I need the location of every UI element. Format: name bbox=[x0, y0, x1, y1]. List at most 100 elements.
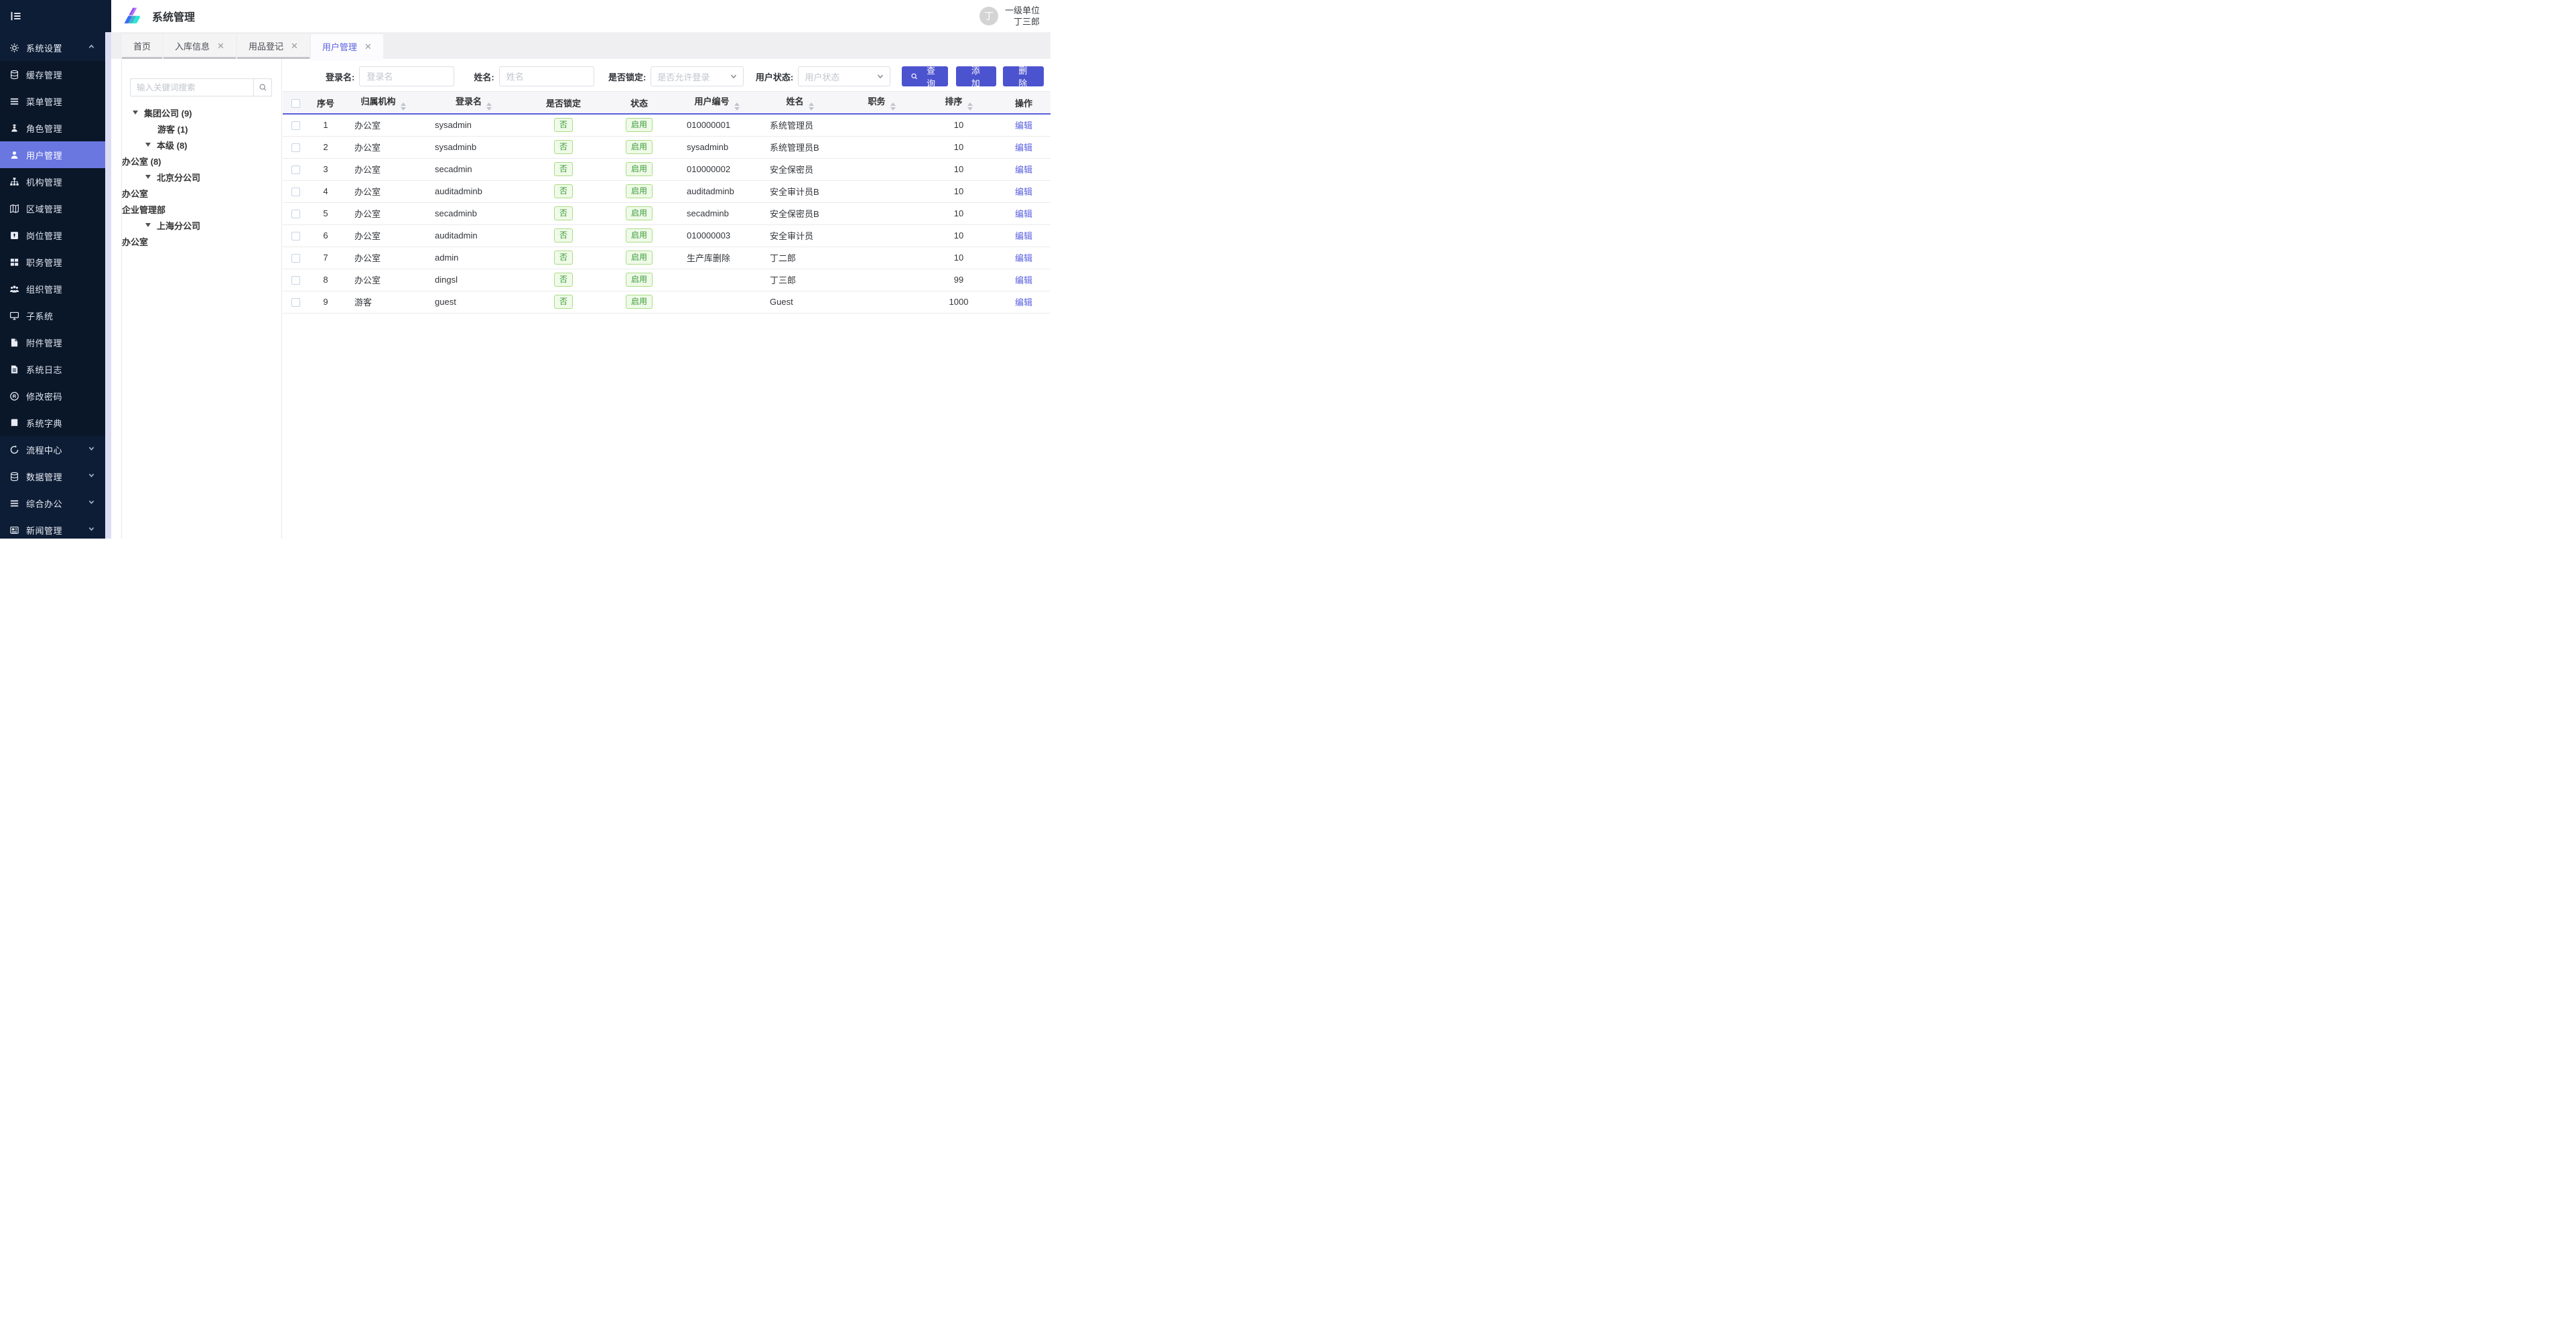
edit-link[interactable]: 编辑 bbox=[1015, 297, 1032, 307]
locked-filter-label: 是否锁定: bbox=[608, 70, 646, 83]
sidebar-scrollbar[interactable] bbox=[105, 32, 111, 539]
close-icon[interactable]: ✕ bbox=[291, 42, 298, 50]
cell-locked: 否 bbox=[524, 224, 603, 247]
tree-node-办公室 (8)[interactable]: 办公室 (8) bbox=[122, 153, 281, 169]
sidebar-item-用户管理[interactable]: 用户管理 bbox=[0, 141, 105, 168]
cell-org: 游客 bbox=[343, 291, 423, 313]
tab-首页[interactable]: 首页 bbox=[122, 34, 162, 59]
tab-用品登记[interactable]: 用品登记✕ bbox=[237, 34, 310, 59]
table-row: 6办公室auditadmin否启用010000003安全审计员10编辑 bbox=[283, 224, 1050, 247]
search-button[interactable]: 查询 bbox=[902, 66, 948, 86]
row-checkbox[interactable] bbox=[291, 188, 300, 196]
tree-node-label: 北京分公司 bbox=[157, 171, 200, 184]
tree-node-办公室[interactable]: 办公室 bbox=[122, 185, 281, 201]
row-checkbox[interactable] bbox=[291, 121, 300, 130]
tree-node-上海分公司[interactable]: 上海分公司 bbox=[122, 217, 281, 233]
tree-node-办公室[interactable]: 办公室 bbox=[122, 233, 281, 249]
sidebar-item-label: 职务管理 bbox=[26, 256, 62, 269]
database-icon bbox=[9, 471, 19, 482]
sidebar-item-职务管理[interactable]: 职务管理 bbox=[0, 249, 105, 275]
sort-icon[interactable] bbox=[734, 102, 740, 111]
caret-down-icon[interactable] bbox=[145, 143, 151, 147]
close-icon[interactable]: ✕ bbox=[217, 42, 224, 50]
add-button[interactable]: 添 加 bbox=[956, 66, 997, 86]
sidebar-item-系统字典[interactable]: 系统字典 bbox=[0, 409, 105, 436]
locked-filter-select[interactable]: 是否允许登录 bbox=[651, 66, 743, 86]
chevron-up-icon bbox=[88, 44, 94, 50]
column-header-职务[interactable]: 职务 bbox=[841, 92, 922, 114]
row-checkbox[interactable] bbox=[291, 276, 300, 285]
sidebar-item-角色管理[interactable]: 角色管理 bbox=[0, 115, 105, 141]
edit-link[interactable]: 编辑 bbox=[1015, 121, 1032, 131]
select-all-header bbox=[283, 92, 308, 114]
name-filter-input[interactable] bbox=[499, 66, 594, 86]
chevron-down-icon bbox=[730, 73, 737, 80]
close-icon[interactable]: ✕ bbox=[364, 42, 372, 51]
column-header-用户编号[interactable]: 用户编号 bbox=[675, 92, 758, 114]
row-checkbox[interactable] bbox=[291, 210, 300, 218]
tab-入库信息[interactable]: 入库信息✕ bbox=[163, 34, 236, 59]
edit-link[interactable]: 编辑 bbox=[1015, 275, 1032, 285]
sidebar-item-附件管理[interactable]: 附件管理 bbox=[0, 329, 105, 356]
sort-icon[interactable] bbox=[890, 102, 896, 111]
sidebar-item-label: 区域管理 bbox=[26, 202, 62, 215]
login-filter-input[interactable] bbox=[359, 66, 454, 86]
status-filter-select[interactable]: 用户状态 bbox=[798, 66, 890, 86]
app-logo bbox=[122, 6, 143, 27]
column-header-归属机构[interactable]: 归属机构 bbox=[343, 92, 423, 114]
tree-node-游客 (1)[interactable]: 游客 (1) bbox=[122, 121, 281, 137]
sidebar-item-岗位管理[interactable]: 岗位管理 bbox=[0, 222, 105, 249]
status-badge: 启用 bbox=[626, 295, 653, 309]
column-header-姓名[interactable]: 姓名 bbox=[758, 92, 841, 114]
select-all-checkbox[interactable] bbox=[291, 99, 300, 108]
sort-icon[interactable] bbox=[401, 102, 406, 111]
column-header-序号: 序号 bbox=[308, 92, 343, 114]
column-header-登录名[interactable]: 登录名 bbox=[423, 92, 524, 114]
column-header-排序[interactable]: 排序 bbox=[922, 92, 996, 114]
sidebar-item-系统设置[interactable]: 系统设置 bbox=[0, 34, 105, 61]
sidebar-item-综合办公[interactable]: 综合办公 bbox=[0, 490, 105, 516]
sidebar-item-缓存管理[interactable]: 缓存管理 bbox=[0, 61, 105, 88]
sidebar-item-区域管理[interactable]: 区域管理 bbox=[0, 195, 105, 222]
edit-link[interactable]: 编辑 bbox=[1015, 231, 1032, 241]
edit-link[interactable]: 编辑 bbox=[1015, 143, 1032, 153]
chevron-down-icon bbox=[88, 526, 94, 532]
edit-link[interactable]: 编辑 bbox=[1015, 253, 1032, 263]
edit-link[interactable]: 编辑 bbox=[1015, 187, 1032, 197]
sidebar-item-流程中心[interactable]: 流程中心 bbox=[0, 436, 105, 463]
sort-icon[interactable] bbox=[967, 102, 973, 111]
tree-node-集团公司 (9)[interactable]: 集团公司 (9) bbox=[122, 105, 281, 121]
caret-down-icon[interactable] bbox=[145, 175, 151, 179]
row-checkbox[interactable] bbox=[291, 143, 300, 152]
sidebar-item-系统日志[interactable]: 系统日志 bbox=[0, 356, 105, 383]
sidebar-item-子系统[interactable]: 子系统 bbox=[0, 302, 105, 329]
sidebar-item-菜单管理[interactable]: 菜单管理 bbox=[0, 88, 105, 115]
tree-search-input[interactable] bbox=[130, 78, 253, 96]
sidebar-item-组织管理[interactable]: 组织管理 bbox=[0, 275, 105, 302]
tree-node-北京分公司[interactable]: 北京分公司 bbox=[122, 169, 281, 185]
sidebar-item-数据管理[interactable]: 数据管理 bbox=[0, 463, 105, 490]
tree-node-label: 本级 (8) bbox=[157, 139, 188, 151]
sidebar-item-新闻管理[interactable]: 新闻管理 bbox=[0, 516, 105, 539]
sort-icon[interactable] bbox=[809, 102, 814, 111]
edit-link[interactable]: 编辑 bbox=[1015, 165, 1032, 175]
tree-node-本级 (8)[interactable]: 本级 (8) bbox=[122, 137, 281, 153]
collapse-menu-icon[interactable] bbox=[9, 11, 22, 21]
row-checkbox[interactable] bbox=[291, 298, 300, 307]
sidebar-item-修改密码[interactable]: R修改密码 bbox=[0, 383, 105, 409]
user-area[interactable]: 丁 一级单位 丁三郎 bbox=[979, 5, 1050, 27]
avatar[interactable]: 丁 bbox=[979, 7, 998, 25]
sidebar-item-机构管理[interactable]: 机构管理 bbox=[0, 168, 105, 195]
tab-用户管理[interactable]: 用户管理✕ bbox=[311, 34, 383, 61]
edit-link[interactable]: 编辑 bbox=[1015, 209, 1032, 219]
tree-node-企业管理部[interactable]: 企业管理部 bbox=[122, 201, 281, 217]
row-checkbox[interactable] bbox=[291, 232, 300, 240]
locked-badge: 否 bbox=[554, 251, 573, 265]
caret-down-icon[interactable] bbox=[145, 223, 151, 227]
row-checkbox[interactable] bbox=[291, 254, 300, 263]
caret-down-icon[interactable] bbox=[133, 111, 138, 115]
row-checkbox[interactable] bbox=[291, 165, 300, 174]
tree-search-button[interactable] bbox=[253, 78, 272, 96]
delete-button[interactable]: 删 除 bbox=[1003, 66, 1044, 86]
sort-icon[interactable] bbox=[486, 102, 492, 111]
